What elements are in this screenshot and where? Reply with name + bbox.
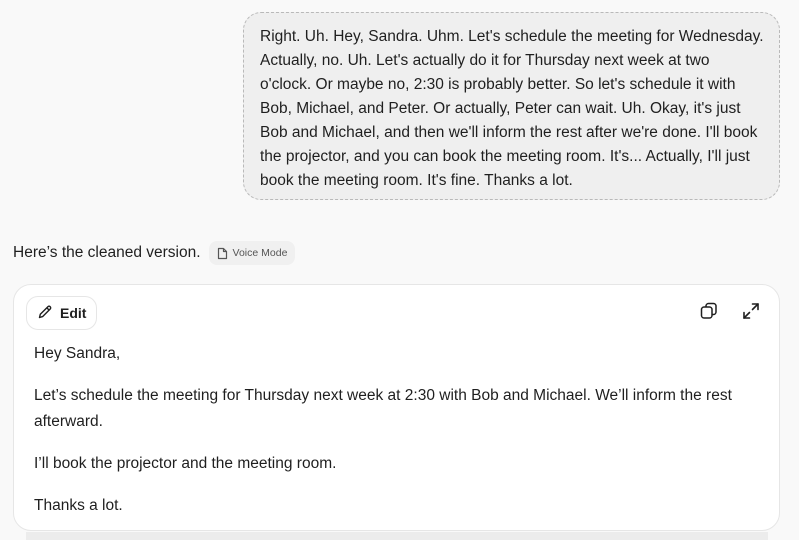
document-paragraph: I’ll book the projector and the meeting … bbox=[34, 455, 337, 472]
edit-button[interactable]: Edit bbox=[26, 296, 98, 330]
pencil-icon bbox=[37, 304, 53, 323]
user-message-text: Right. Uh. Hey, Sandra. Uhm. Let's sched… bbox=[260, 28, 764, 189]
edit-label: Edit bbox=[60, 305, 87, 321]
document-paragraph: Thanks a lot. bbox=[34, 497, 123, 514]
composer-edge bbox=[26, 532, 768, 540]
document-paragraph: Hey Sandra, bbox=[34, 345, 121, 362]
voice-mode-label: Voice Mode bbox=[232, 247, 288, 259]
document-body: Hey Sandra, Let’s schedule the meeting f… bbox=[34, 341, 759, 535]
cleaned-document-card: Edit Hey Sandra, Let’s schedule the meet… bbox=[13, 284, 780, 531]
chat-page: Right. Uh. Hey, Sandra. Uhm. Let's sched… bbox=[0, 0, 799, 540]
assistant-intro-text: Here’s the cleaned version. bbox=[13, 244, 201, 261]
assistant-intro: Here’s the cleaned version. Voice Mode bbox=[13, 240, 296, 266]
document-paragraph: Let’s schedule the meeting for Thursday … bbox=[34, 387, 732, 430]
voice-mode-chip[interactable]: Voice Mode bbox=[208, 241, 296, 265]
expand-icon[interactable] bbox=[741, 301, 761, 321]
user-message-bubble: Right. Uh. Hey, Sandra. Uhm. Let's sched… bbox=[243, 12, 780, 200]
document-icon bbox=[217, 247, 228, 260]
card-toolbar bbox=[699, 301, 761, 321]
copy-icon[interactable] bbox=[699, 301, 719, 321]
